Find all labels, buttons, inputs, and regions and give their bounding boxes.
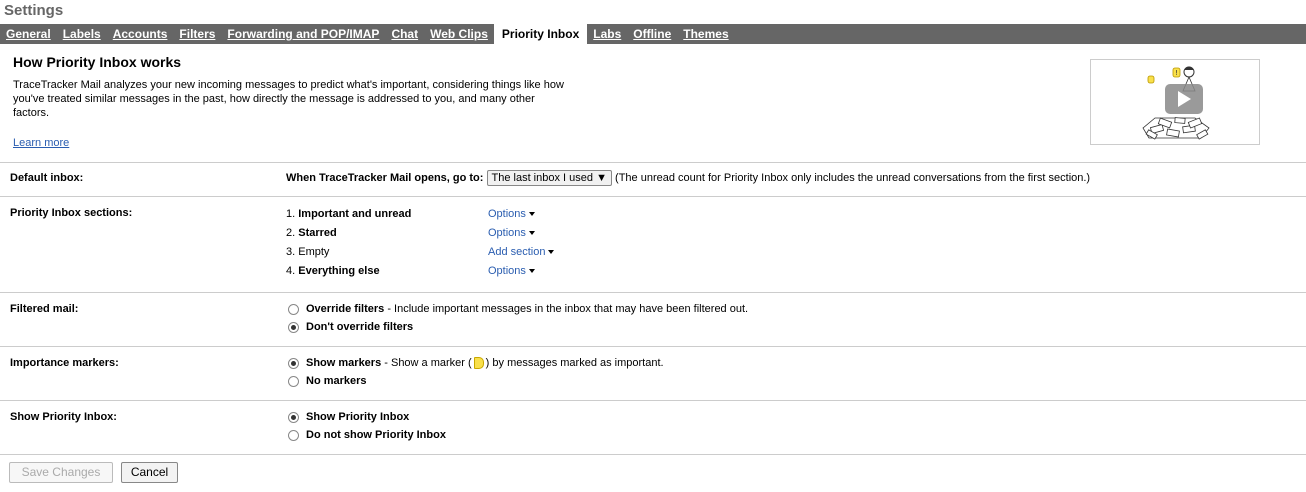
page-title: Settings <box>4 2 64 19</box>
add-section-button[interactable]: Add section <box>488 246 555 258</box>
override-filters-option[interactable]: Override filters - Include important mes… <box>288 303 748 315</box>
section-options-button[interactable]: Options <box>488 265 535 277</box>
section-name: Starred <box>298 227 337 239</box>
no-markers-option[interactable]: No markers <box>288 375 367 387</box>
default-inbox-prompt: When TraceTracker Mail opens, go to: <box>286 172 484 184</box>
importance-markers-label: Importance markers: <box>10 357 119 369</box>
dont-override-filters-option[interactable]: Don't override filters <box>288 321 413 333</box>
tab-chat[interactable]: Chat <box>385 24 424 44</box>
filtered-mail-row: Filtered mail: Override filters - Includ… <box>0 293 1306 347</box>
show-markers-label: Show markers <box>306 357 382 369</box>
importance-marker-icon <box>473 357 484 369</box>
hide-priority-inbox-radio[interactable] <box>288 429 299 441</box>
unread-count-note: (The unread count for Priority Inbox onl… <box>615 172 1091 184</box>
learn-more-link[interactable]: Learn more <box>13 137 69 149</box>
dont-override-filters-label: Don't override filters <box>306 321 414 333</box>
tab-labels[interactable]: Labels <box>57 24 107 44</box>
filtered-mail-label: Filtered mail: <box>10 303 79 315</box>
how-it-works-panel: How Priority Inbox works TraceTracker Ma… <box>0 44 1306 163</box>
dont-override-filters-radio[interactable] <box>288 321 299 333</box>
importance-markers-options: Show markers - Show a marker ( ) by messa… <box>286 357 986 397</box>
section-options-button[interactable]: Options <box>488 227 535 239</box>
tab-priority-inbox[interactable]: Priority Inbox <box>493 24 588 44</box>
override-filters-desc: - Include important messages in the inbo… <box>384 303 749 315</box>
tab-labs[interactable]: Labs <box>587 24 627 44</box>
cancel-button[interactable]: Cancel <box>121 462 178 483</box>
sections-row: Priority Inbox sections: 1. Important an… <box>0 197 1306 293</box>
show-markers-desc-post: ) by messages marked as important. <box>485 357 664 369</box>
tab-filters[interactable]: Filters <box>173 24 221 44</box>
section-number: 3. <box>286 246 296 258</box>
caret-down-icon <box>528 231 535 236</box>
tab-forwarding[interactable]: Forwarding and POP/IMAP <box>221 24 385 44</box>
show-markers-option[interactable]: Show markers - Show a marker ( ) by messa… <box>288 357 664 369</box>
default-inbox-select[interactable]: The last inbox I used ▼ <box>486 170 612 186</box>
default-inbox-row: Default inbox: When TraceTracker Mail op… <box>0 162 1306 197</box>
show-markers-radio[interactable] <box>288 357 299 369</box>
no-markers-label: No markers <box>306 375 367 387</box>
description-text: TraceTracker Mail analyzes your new inco… <box>13 79 564 119</box>
sections-label: Priority Inbox sections: <box>10 207 133 219</box>
dropdown-arrow-icon: ▼ <box>596 172 607 184</box>
show-markers-desc-pre: - Show a marker ( <box>381 357 472 369</box>
section-number: 4. <box>286 265 296 277</box>
tab-web-clips[interactable]: Web Clips <box>424 24 494 44</box>
sections-list: 1. Important and unread Options 2. Starr… <box>286 208 986 288</box>
section-item: 1. Important and unread Options <box>286 208 886 224</box>
section-options-label: Options <box>488 227 526 239</box>
default-inbox-label: Default inbox: <box>10 172 84 184</box>
show-priority-inbox-option[interactable]: Show Priority Inbox <box>288 411 409 423</box>
override-filters-radio[interactable] <box>288 303 299 315</box>
settings-tab-bar: General Labels Accounts Filters Forwardi… <box>0 24 1306 44</box>
caret-down-icon <box>528 269 535 274</box>
section-heading: How Priority Inbox works <box>13 54 182 70</box>
section-name: Empty <box>298 246 330 258</box>
show-priority-inbox-options: Show Priority Inbox Do not show Priority… <box>286 411 986 451</box>
importance-markers-row: Importance markers: Show markers - Show … <box>0 347 1306 401</box>
tab-offline[interactable]: Offline <box>627 24 677 44</box>
filtered-mail-options: Override filters - Include important mes… <box>286 303 986 343</box>
section-item: 4. Everything else Options <box>286 265 886 281</box>
play-video-icon[interactable]: ! <box>1091 60 1259 144</box>
tab-accounts[interactable]: Accounts <box>107 24 174 44</box>
show-priority-inbox-option-label: Show Priority Inbox <box>306 411 410 423</box>
section-options-label: Options <box>488 208 526 220</box>
section-item: 3. Empty Add section <box>286 246 886 262</box>
show-priority-inbox-radio[interactable] <box>288 411 299 423</box>
default-inbox-selected-value: The last inbox I used <box>491 172 594 184</box>
override-filters-label: Override filters <box>306 303 385 315</box>
section-options-label: Options <box>488 265 526 277</box>
caret-down-icon <box>548 250 555 255</box>
show-priority-inbox-label: Show Priority Inbox: <box>10 411 117 423</box>
section-number: 2. <box>286 227 296 239</box>
caret-down-icon <box>528 212 535 217</box>
svg-text:!: ! <box>1175 69 1178 77</box>
no-markers-radio[interactable] <box>288 375 299 387</box>
show-priority-inbox-row: Show Priority Inbox: Show Priority Inbox… <box>0 401 1306 455</box>
section-name: Important and unread <box>298 208 412 220</box>
save-changes-button[interactable]: Save Changes <box>9 462 113 483</box>
default-inbox-content: When TraceTracker Mail opens, go to: The… <box>286 170 1090 186</box>
hide-priority-inbox-option-label: Do not show Priority Inbox <box>306 429 446 441</box>
section-name: Everything else <box>298 265 380 277</box>
tab-themes[interactable]: Themes <box>677 24 734 44</box>
priority-inbox-video[interactable]: ! <box>1090 59 1260 145</box>
section-options-button[interactable]: Options <box>488 208 535 220</box>
section-item: 2. Starred Options <box>286 227 886 243</box>
add-section-label: Add section <box>488 246 546 258</box>
section-number: 1. <box>286 208 296 220</box>
tab-general[interactable]: General <box>0 24 57 44</box>
hide-priority-inbox-option[interactable]: Do not show Priority Inbox <box>288 429 446 441</box>
